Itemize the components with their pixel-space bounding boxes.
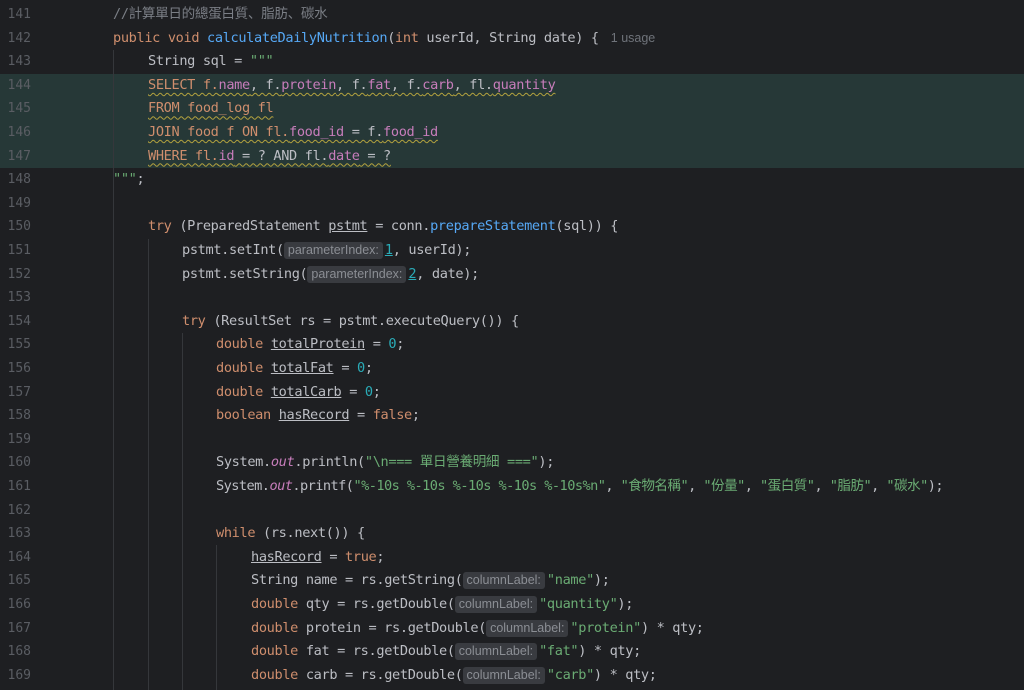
indent-guide xyxy=(148,239,149,690)
line-number: 157 xyxy=(7,384,31,400)
line-number: 160 xyxy=(7,455,31,471)
code-text[interactable]: String sql = """ xyxy=(148,50,274,74)
code-text[interactable]: double totalCarb = 0; xyxy=(216,381,381,405)
line-number: 164 xyxy=(7,549,31,565)
code-line[interactable]: 143 String sql = """ xyxy=(0,50,1024,74)
code-line[interactable]: 154 try (ResultSet rs = pstmt.executeQue… xyxy=(0,310,1024,334)
line-number: 155 xyxy=(7,337,31,353)
code-line[interactable]: 169 double carb = rs.getDouble(columnLab… xyxy=(0,664,1024,688)
line-number: 151 xyxy=(7,243,31,258)
code-line-highlighted[interactable]: 145 FROM food_log fl xyxy=(0,97,1024,121)
line-number: 169 xyxy=(7,667,31,683)
code-text[interactable]: double totalProtein = 0; xyxy=(216,333,404,357)
code-line[interactable]: 150 try (PreparedStatement pstmt = conn.… xyxy=(0,215,1024,239)
code-text[interactable]: double protein = rs.getDouble(columnLabe… xyxy=(251,617,704,641)
code-line[interactable]: 141 //計算單日的總蛋白質、脂肪、碳水 xyxy=(0,3,1024,27)
code-line[interactable]: 162 xyxy=(0,499,1024,523)
line-number: 148 xyxy=(7,172,31,188)
line-number: 152 xyxy=(7,266,31,282)
code-text[interactable]: double fat = rs.getDouble(columnLabel: "f… xyxy=(251,640,641,664)
parameter-hint: parameterIndex: xyxy=(283,242,383,259)
code-line[interactable]: 164 hasRecord = true; xyxy=(0,546,1024,570)
code-text[interactable]: double carb = rs.getDouble(columnLabel: "… xyxy=(251,664,657,688)
indent-guide xyxy=(216,545,217,690)
line-number: 146 xyxy=(7,125,31,140)
line-number: 162 xyxy=(7,502,31,518)
line-number: 154 xyxy=(7,313,31,329)
line-number: 144 xyxy=(7,77,31,93)
code-line[interactable]: 148 """; xyxy=(0,168,1024,192)
line-number: 158 xyxy=(7,408,31,424)
line-number: 147 xyxy=(7,148,31,164)
code-text[interactable]: pstmt.setString(parameterIndex: 2, date); xyxy=(182,263,479,287)
code-text[interactable]: """; xyxy=(113,168,145,192)
code-line[interactable]: 167 double protein = rs.getDouble(column… xyxy=(0,617,1024,641)
code-line[interactable]: 149 xyxy=(0,192,1024,216)
code-line[interactable]: 165 String name = rs.getString(columnLab… xyxy=(0,569,1024,593)
sql-text[interactable]: SELECT f.name, f.protein, f.fat, f.carb,… xyxy=(148,74,556,98)
code-text[interactable]: System.out.printf("%-10s %-10s %-10s %-1… xyxy=(216,475,944,499)
code-line[interactable]: 163 while (rs.next()) { xyxy=(0,522,1024,546)
code-line[interactable]: 161 System.out.printf("%-10s %-10s %-10s… xyxy=(0,475,1024,499)
line-number: 143 xyxy=(7,54,31,70)
line-number: 161 xyxy=(7,479,31,494)
line-number: 166 xyxy=(7,597,31,612)
code-line[interactable]: 142 public void calculateDailyNutrition(… xyxy=(0,27,1024,51)
code-text[interactable]: //計算單日的總蛋白質、脂肪、碳水 xyxy=(113,3,328,27)
line-number: 167 xyxy=(7,620,31,636)
code-line[interactable]: 159 xyxy=(0,428,1024,452)
code-text[interactable]: hasRecord = true; xyxy=(251,546,385,570)
code-text[interactable]: while (rs.next()) { xyxy=(216,522,365,546)
line-number: 145 xyxy=(7,101,31,117)
indent-guide xyxy=(182,333,183,690)
usage-count-hint[interactable]: 1 usage xyxy=(611,31,655,45)
code-line[interactable]: 168 double fat = rs.getDouble(columnLabe… xyxy=(0,640,1024,664)
code-line[interactable]: 156 double totalFat = 0; xyxy=(0,357,1024,381)
code-text[interactable]: try (PreparedStatement pstmt = conn.prep… xyxy=(148,215,618,239)
code-line[interactable]: 151 pstmt.setInt(parameterIndex: 1, userI… xyxy=(0,239,1024,263)
line-number: 153 xyxy=(7,290,31,306)
parameter-hint: columnLabel: xyxy=(454,643,538,661)
code-text[interactable]: public void calculateDailyNutrition(int … xyxy=(113,27,655,51)
code-text[interactable]: double totalFat = 0; xyxy=(216,357,373,381)
code-line[interactable]: 158 boolean hasRecord = false; xyxy=(0,404,1024,428)
parameter-hint: columnLabel: xyxy=(462,572,545,590)
parameter-hint: columnLabel: xyxy=(486,619,569,637)
code-line-highlighted[interactable]: 144 SELECT f.name, f.protein, f.fat, f.c… xyxy=(0,73,1024,98)
code-text[interactable]: System.out.println("\n=== 單日營養明細 ==="); xyxy=(216,451,554,475)
code-line[interactable]: 157 double totalCarb = 0; xyxy=(0,381,1024,405)
parameter-hint: columnLabel: xyxy=(454,596,538,613)
code-line[interactable]: 155 double totalProtein = 0; xyxy=(0,333,1024,357)
code-line-highlighted[interactable]: 146 JOIN food f ON fl.food_id = f.food_i… xyxy=(0,121,1024,145)
parameter-hint: columnLabel: xyxy=(462,666,545,684)
code-text[interactable]: pstmt.setInt(parameterIndex: 1, userId); xyxy=(182,239,471,263)
code-line[interactable]: 153 xyxy=(0,286,1024,310)
line-number: 141 xyxy=(7,7,31,22)
code-editor[interactable]: 141 //計算單日的總蛋白質、脂肪、碳水 142 public void ca… xyxy=(0,0,1024,690)
line-number: 150 xyxy=(7,219,31,235)
code-text[interactable]: try (ResultSet rs = pstmt.executeQuery()… xyxy=(182,310,519,334)
line-number: 149 xyxy=(7,195,31,211)
code-line[interactable]: 160 System.out.println("\n=== 單日營養明細 ===… xyxy=(0,451,1024,475)
indent-guide xyxy=(113,50,114,690)
code-line[interactable]: 166 double qty = rs.getDouble(columnLabe… xyxy=(0,593,1024,617)
line-number: 163 xyxy=(7,526,31,542)
code-line[interactable]: 152 pstmt.setString(parameterIndex: 2, da… xyxy=(0,263,1024,287)
sql-text[interactable]: WHERE fl.id = ? AND fl.date = ? xyxy=(148,145,391,169)
line-number: 165 xyxy=(7,573,31,589)
line-number: 142 xyxy=(7,30,31,46)
code-text[interactable]: double qty = rs.getDouble(columnLabel: "q… xyxy=(251,593,633,617)
sql-text[interactable]: FROM food_log fl xyxy=(148,97,274,121)
code-line-highlighted[interactable]: 147 WHERE fl.id = ? AND fl.date = ? xyxy=(0,144,1024,169)
code-text[interactable]: boolean hasRecord = false; xyxy=(216,404,420,428)
sql-text[interactable]: JOIN food f ON fl.food_id = f.food_id xyxy=(148,121,438,145)
line-number: 156 xyxy=(7,361,31,376)
code-text[interactable]: String name = rs.getString(columnLabel: "… xyxy=(251,569,610,593)
line-number: 159 xyxy=(7,431,31,447)
parameter-hint: parameterIndex: xyxy=(307,265,407,283)
line-number: 168 xyxy=(7,644,31,660)
